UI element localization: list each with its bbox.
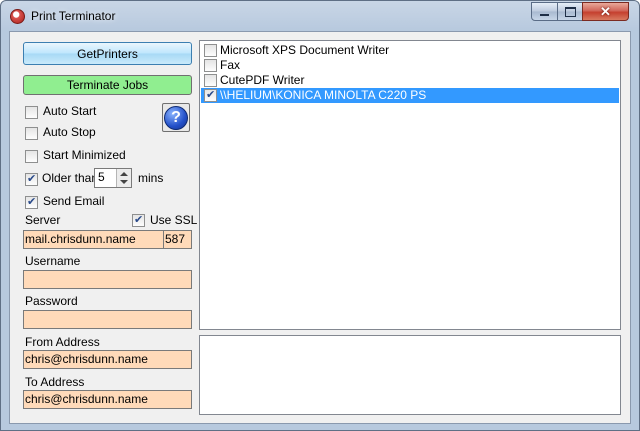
- printer-checkbox[interactable]: [204, 59, 217, 72]
- to-address-input[interactable]: chris@chrisdunn.name: [23, 390, 192, 409]
- username-input[interactable]: [23, 270, 192, 289]
- start-minimized-label: Start Minimized: [43, 148, 126, 162]
- help-button[interactable]: ?: [162, 103, 190, 132]
- get-printers-button[interactable]: GetPrinters: [23, 42, 192, 65]
- auto-stop-checkbox[interactable]: [25, 127, 38, 140]
- server-input[interactable]: mail.chrisdunn.name: [23, 230, 164, 249]
- printer-list-item[interactable]: Fax: [201, 58, 619, 73]
- start-minimized-checkbox[interactable]: [25, 150, 38, 163]
- from-address-label: From Address: [25, 335, 100, 349]
- printer-list[interactable]: Microsoft XPS Document Writer Fax CutePD…: [199, 40, 621, 330]
- minimize-icon: [540, 13, 549, 16]
- username-label: Username: [25, 254, 81, 268]
- printer-list-item[interactable]: Microsoft XPS Document Writer: [201, 43, 619, 58]
- use-ssl-checkbox[interactable]: [132, 213, 145, 227]
- printer-name: CutePDF Writer: [220, 73, 305, 87]
- send-email-checkbox[interactable]: [25, 195, 38, 209]
- printer-list-item[interactable]: \\HELIUM\KONICA MINOLTA C220 PS: [201, 88, 619, 103]
- stepper-up-icon[interactable]: [120, 172, 128, 176]
- port-input[interactable]: 587: [163, 230, 192, 249]
- client-area: GetPrinters Terminate Jobs Auto Start Au…: [9, 31, 631, 424]
- printer-app-icon[interactable]: [10, 9, 25, 24]
- main-window: Print Terminator ✕ GetPrinters Terminate…: [0, 0, 640, 431]
- older-than-value: 5: [98, 170, 105, 184]
- title-bar[interactable]: Print Terminator ✕: [1, 1, 639, 32]
- close-button[interactable]: ✕: [582, 2, 629, 21]
- from-address-input[interactable]: chris@chrisdunn.name: [23, 350, 192, 369]
- auto-stop-label: Auto Stop: [43, 125, 96, 139]
- stepper-down-icon[interactable]: [120, 180, 128, 184]
- printer-checkbox[interactable]: [204, 74, 217, 87]
- minimize-button[interactable]: [531, 2, 558, 21]
- server-label: Server: [25, 213, 61, 227]
- help-question-icon: ?: [164, 105, 188, 130]
- password-label: Password: [25, 294, 78, 308]
- printer-checkbox[interactable]: [204, 44, 217, 57]
- older-than-checkbox[interactable]: [25, 172, 38, 186]
- to-address-label: To Address: [25, 375, 85, 389]
- log-textbox[interactable]: [199, 335, 621, 415]
- password-input[interactable]: [23, 310, 192, 329]
- printer-checkbox[interactable]: [204, 88, 217, 102]
- maximize-button[interactable]: [557, 2, 583, 21]
- use-ssl-label: Use SSL: [150, 213, 198, 227]
- printer-name: \\HELIUM\KONICA MINOLTA C220 PS: [220, 88, 427, 102]
- maximize-icon: [564, 6, 576, 17]
- send-email-label: Send Email: [43, 194, 105, 208]
- printer-name: Microsoft XPS Document Writer: [220, 43, 390, 57]
- auto-start-checkbox[interactable]: [25, 106, 38, 119]
- window-title: Print Terminator: [31, 9, 116, 23]
- older-than-label: Older than: [42, 171, 99, 185]
- minutes-unit-label: mins: [138, 171, 164, 185]
- printer-name: Fax: [220, 58, 241, 72]
- older-than-minutes-stepper[interactable]: 5: [94, 168, 132, 188]
- auto-start-label: Auto Start: [43, 104, 97, 118]
- stepper-arrows[interactable]: [116, 169, 131, 187]
- printer-list-item[interactable]: CutePDF Writer: [201, 73, 619, 88]
- close-icon: ✕: [600, 3, 611, 19]
- terminate-jobs-button[interactable]: Terminate Jobs: [23, 75, 192, 95]
